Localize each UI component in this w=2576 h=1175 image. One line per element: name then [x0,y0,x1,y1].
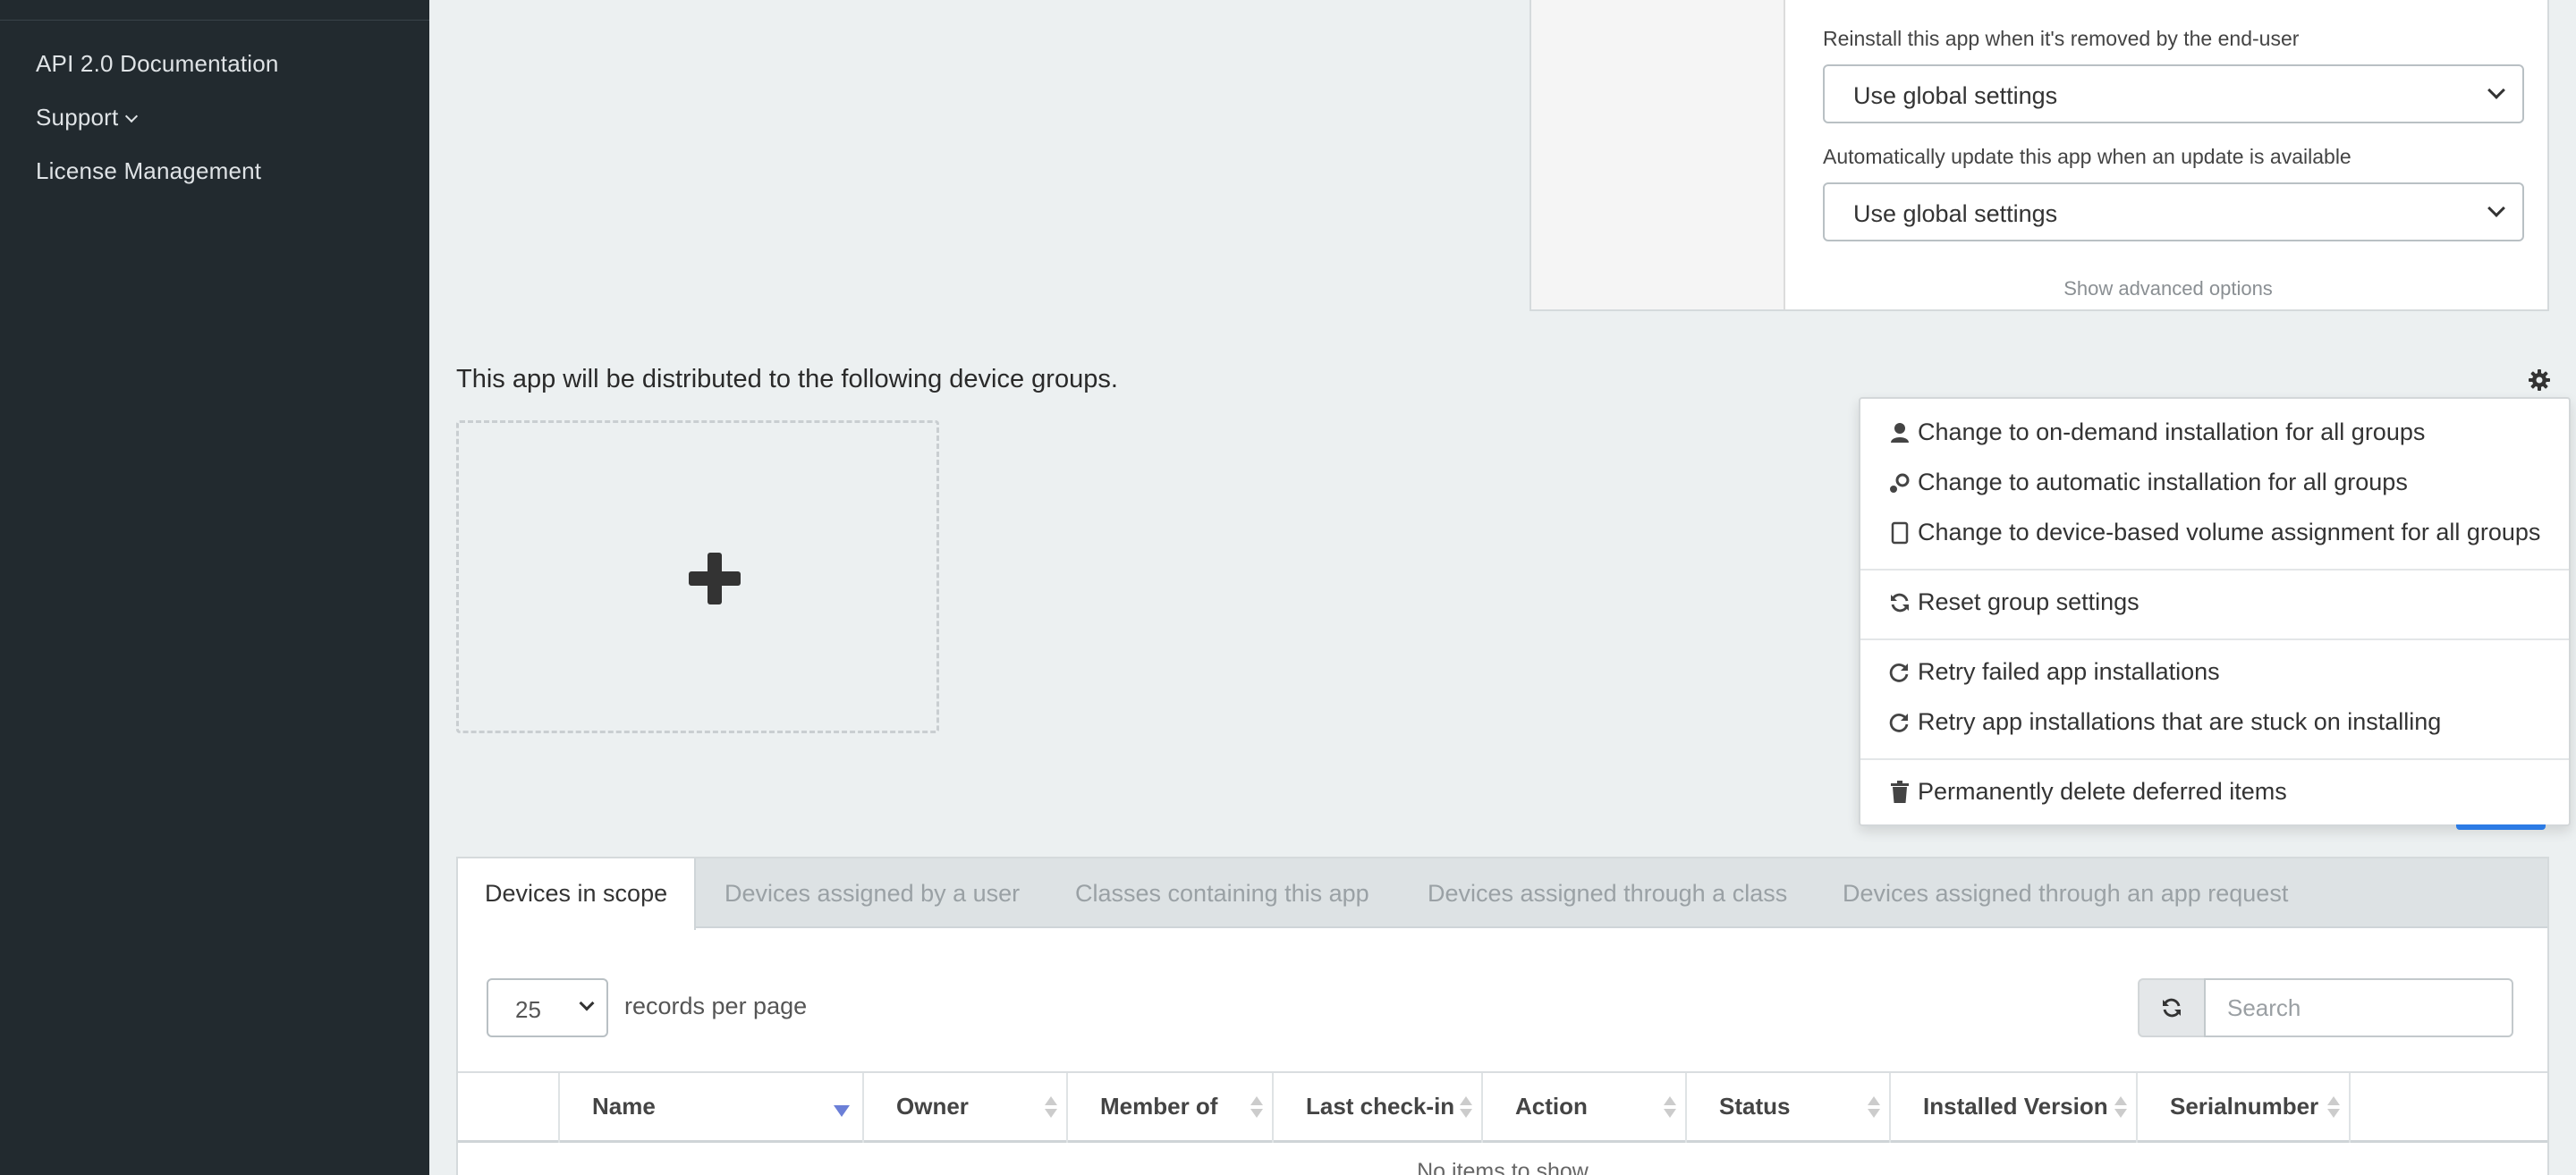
table-header: Name Owner Member of Last check-in Actio… [458,1071,2547,1143]
column-header-action[interactable]: Action [1481,1073,1685,1143]
menu-item-label: Permanently delete deferred items [1918,778,2287,805]
column-header-owner[interactable]: Owner [862,1073,1066,1143]
plus-icon [689,553,741,604]
column-label: Name [592,1093,656,1120]
column-header-installed-version[interactable]: Installed Version [1889,1073,2136,1143]
column-header-status[interactable]: Status [1685,1073,1889,1143]
records-per-page-value: 25 [515,996,541,1023]
auto-update-label: Automatically update this app when an up… [1823,145,2351,168]
tab-devices-in-scope[interactable]: Devices in scope [458,858,697,930]
sidebar: API 2.0 Documentation Support License Ma… [0,0,429,1175]
redo-icon [1889,710,1911,735]
empty-table-message: No items to show [1417,1159,1589,1175]
show-advanced-options-link[interactable]: Show advanced options [1785,277,2551,300]
settings-panel-side [1531,0,1785,309]
menu-item-label: Change to device-based volume assignment… [1918,519,2541,545]
sidebar-divider [0,20,429,21]
device-icon [1889,520,1911,545]
menu-item-label: Reset group settings [1918,588,2140,615]
sort-desc-icon [834,1105,850,1117]
menu-item-label: Retry failed app installations [1918,658,2220,685]
tab-devices-assigned-through-app-request[interactable]: Devices assigned through an app request [1843,858,2288,928]
sort-icon [2114,1096,2127,1121]
refresh-icon [2163,998,2181,1018]
column-label: Status [1719,1093,1791,1120]
gear-icon[interactable] [2528,368,2551,392]
menu-item-label: Retry app installations that are stuck o… [1918,708,2442,735]
menu-item-reset-group-settings[interactable]: Reset group settings [1889,588,2140,616]
chevron-down-icon [2487,199,2505,217]
redo-icon [1889,660,1911,685]
sort-icon [1250,1096,1263,1121]
reinstall-select-value: Use global settings [1853,82,2058,109]
menu-divider [1860,758,2569,760]
sort-icon [1868,1096,1880,1121]
menu-divider [1860,569,2569,571]
refresh-button[interactable] [2138,978,2206,1037]
tab-devices-assigned-through-class[interactable]: Devices assigned through a class [1428,858,1787,928]
column-header-last-check-in[interactable]: Last check-in [1272,1073,1481,1143]
auto-update-select-value: Use global settings [1853,200,2058,227]
column-label: Action [1515,1093,1588,1120]
reinstall-select[interactable]: Use global settings [1823,64,2524,123]
devices-panel: Devices in scope Devices assigned by a u… [456,857,2549,1175]
column-header-serialnumber[interactable]: Serialnumber [2136,1073,2349,1143]
chevron-down-icon [2487,81,2505,99]
sidebar-item-label: License Management [36,157,262,184]
column-header-member-of[interactable]: Member of [1066,1073,1272,1143]
search-input[interactable] [2204,978,2513,1037]
menu-item-device-based[interactable]: Change to device-based volume assignment… [1889,519,2540,546]
sidebar-item-label: Support [36,104,119,131]
sort-icon [1664,1096,1676,1121]
trash-icon [1889,780,1911,805]
menu-item-delete-deferred[interactable]: Permanently delete deferred items [1889,778,2287,806]
menu-item-retry-stuck[interactable]: Retry app installations that are stuck o… [1889,708,2441,736]
sort-icon [1460,1096,1472,1121]
chevron-down-icon [125,109,139,123]
menu-item-on-demand[interactable]: Change to on-demand installation for all… [1889,418,2425,446]
tab-classes-containing-app[interactable]: Classes containing this app [1075,858,1369,928]
column-label: Last check-in [1306,1093,1455,1120]
menu-item-label: Change to on-demand installation for all… [1918,418,2426,445]
sidebar-item-support[interactable]: Support [36,104,139,131]
column-label: Installed Version [1923,1093,2108,1120]
sidebar-item-license-management[interactable]: License Management [36,157,261,185]
refresh-icon [1889,590,1911,615]
auto-install-icon [1889,470,1911,495]
sort-icon [1045,1096,1057,1121]
column-label: Owner [896,1093,969,1120]
primary-button-edge[interactable] [2456,824,2546,830]
column-header-extra [2349,1073,2551,1143]
tab-devices-assigned-by-user[interactable]: Devices assigned by a user [724,858,1020,928]
reinstall-label: Reinstall this app when it's removed by … [1823,27,2300,50]
device-groups-heading: This app will be distributed to the foll… [456,365,1118,393]
column-label: Serialnumber [2170,1093,2319,1120]
tab-strip: Devices in scope Devices assigned by a u… [458,858,2547,930]
sidebar-item-label: API 2.0 Documentation [36,50,279,77]
column-label: Member of [1100,1093,1218,1120]
menu-divider [1860,638,2569,640]
chevron-down-icon [579,995,595,1011]
auto-update-select[interactable]: Use global settings [1823,182,2524,241]
column-header-name[interactable]: Name [558,1073,862,1143]
sidebar-item-api-docs[interactable]: API 2.0 Documentation [36,50,279,78]
records-per-page-label: records per page [624,993,808,1019]
menu-item-retry-failed[interactable]: Retry failed app installations [1889,658,2220,686]
user-icon [1889,420,1911,445]
records-per-page-select[interactable]: 25 [487,978,608,1037]
menu-item-automatic[interactable]: Change to automatic installation for all… [1889,469,2408,496]
sort-icon [2327,1096,2340,1121]
app-settings-panel: Reinstall this app when it's removed by … [1530,0,2549,311]
menu-item-label: Change to automatic installation for all… [1918,469,2408,495]
group-actions-menu: Change to on-demand installation for all… [1859,397,2571,826]
